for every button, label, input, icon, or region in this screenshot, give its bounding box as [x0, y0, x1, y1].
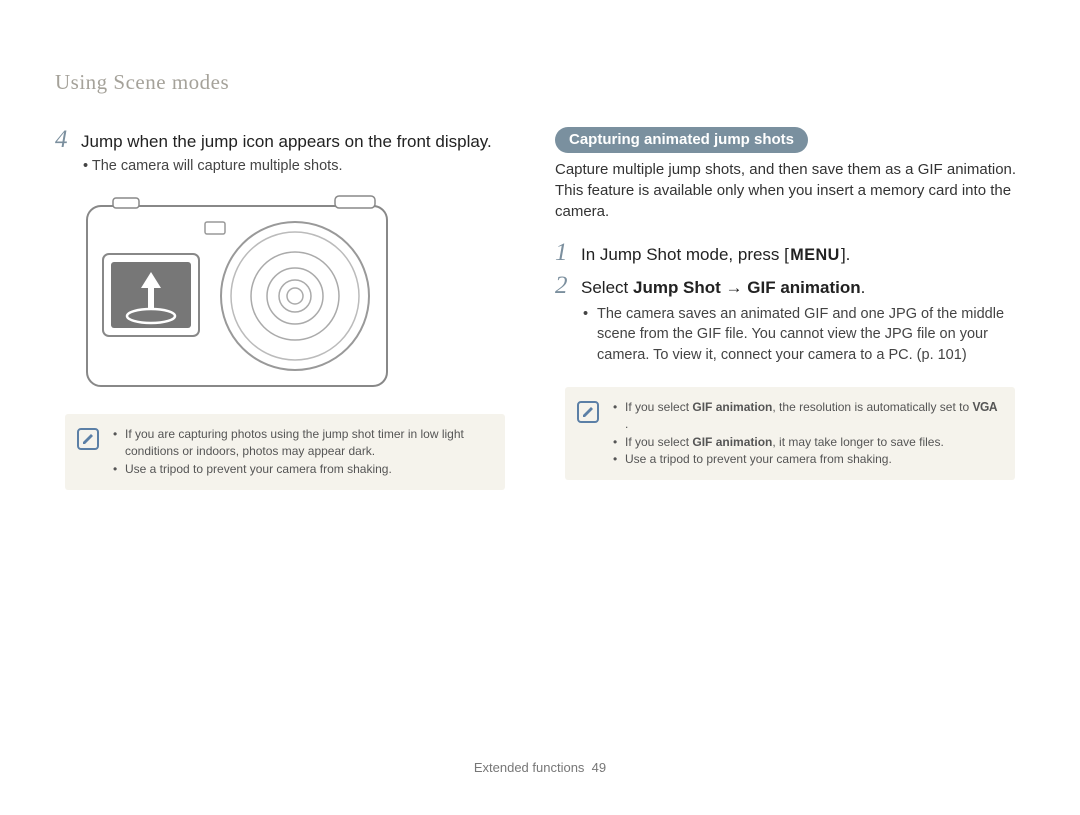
columns: 4 Jump when the jump icon appears on the…: [55, 127, 1025, 490]
bold-text: GIF animation: [692, 435, 772, 449]
footer-label: Extended functions: [474, 760, 585, 775]
text-part: ].: [841, 245, 850, 264]
note-box-right: If you select GIF animation, the resolut…: [565, 387, 1015, 481]
right-column: Capturing animated jump shots Capture mu…: [555, 127, 1025, 490]
section-title: Using Scene modes: [55, 70, 1025, 95]
step-text: In Jump Shot mode, press [MENU].: [581, 245, 850, 265]
bold-text: GIF animation: [692, 400, 772, 414]
note-list: If you are capturing photos using the ju…: [113, 426, 489, 478]
menu-button-label: MENU: [790, 245, 839, 265]
vga-label: VGA: [973, 398, 998, 416]
text-part: .: [625, 417, 628, 431]
note-box-left: If you are capturing photos using the ju…: [65, 414, 505, 490]
intro-paragraph: Capture multiple jump shots, and then sa…: [555, 159, 1025, 222]
step-text: Select Jump Shot → GIF animation.: [581, 278, 865, 298]
step-sub-bullet: The camera saves an animated GIF and one…: [583, 304, 1025, 365]
note-item: Use a tripod to prevent your camera from…: [613, 451, 999, 468]
footer-page-number: 49: [592, 760, 606, 775]
note-item: Use a tripod to prevent your camera from…: [113, 461, 489, 478]
step-sub-list: The camera saves an animated GIF and one…: [583, 304, 1025, 365]
text-part: .: [861, 278, 866, 297]
note-icon: [577, 401, 599, 423]
step-number: 2: [555, 273, 571, 298]
step-sub-bullet: The camera will capture multiple shots.: [83, 158, 515, 174]
text-part: If you select: [625, 400, 692, 414]
note-item: If you select GIF animation, the resolut…: [613, 399, 999, 434]
text-part: , it may take longer to save files.: [772, 435, 943, 449]
step-number: 4: [55, 127, 71, 152]
page-footer: Extended functions 49: [55, 760, 1025, 795]
text-part: If you select: [625, 435, 692, 449]
left-column: 4 Jump when the jump icon appears on the…: [55, 127, 515, 490]
note-item: If you select GIF animation, it may take…: [613, 434, 999, 451]
pencil-icon: [582, 406, 594, 418]
step-number: 1: [555, 240, 571, 265]
text-part: Select: [581, 278, 633, 297]
step-2: 2 Select Jump Shot → GIF animation.: [555, 273, 1025, 298]
camera-illustration: [85, 194, 515, 394]
text-part: In Jump Shot mode, press [: [581, 245, 789, 264]
pencil-icon: [82, 433, 94, 445]
subsection-pill: Capturing animated jump shots: [555, 127, 808, 153]
step-4: 4 Jump when the jump icon appears on the…: [55, 127, 515, 152]
step-text: Jump when the jump icon appears on the f…: [81, 132, 492, 152]
note-list: If you select GIF animation, the resolut…: [613, 399, 999, 469]
manual-page: Using Scene modes 4 Jump when the jump i…: [0, 0, 1080, 815]
bold-text: GIF animation: [747, 278, 860, 297]
step-1: 1 In Jump Shot mode, press [MENU].: [555, 240, 1025, 265]
text-part: , the resolution is automatically set to: [772, 400, 972, 414]
arrow-icon: →: [721, 278, 747, 297]
note-icon: [77, 428, 99, 450]
note-item: If you are capturing photos using the ju…: [113, 426, 489, 461]
bold-text: Jump Shot: [633, 278, 721, 297]
